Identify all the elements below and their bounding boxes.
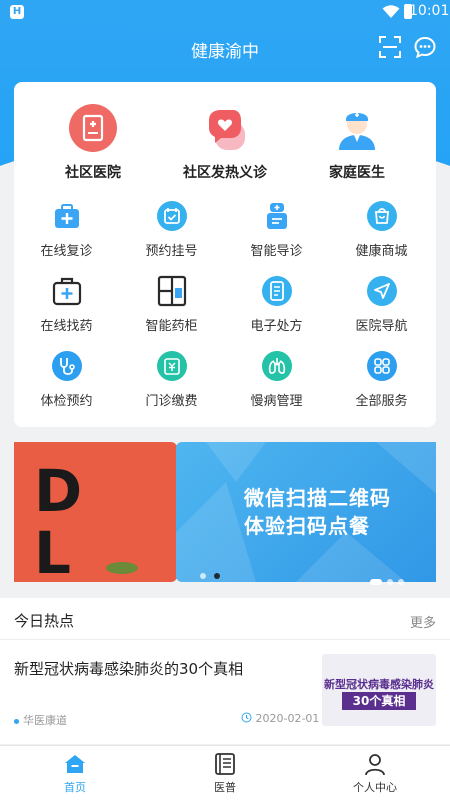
doctor-icon bbox=[339, 113, 375, 150]
navigation-icon bbox=[367, 276, 397, 306]
service-smart-cabinet[interactable]: 智能药柜 bbox=[119, 275, 224, 335]
bottom-tab-bar: 首页 医普 个人中心 bbox=[0, 745, 450, 800]
tab-science[interactable]: 医普 bbox=[150, 746, 300, 800]
service-health-mall[interactable]: 健康商城 bbox=[329, 200, 434, 260]
tab-home[interactable]: 首页 bbox=[0, 746, 150, 800]
news-more-link[interactable]: 更多 bbox=[410, 612, 436, 631]
leaf-decoration bbox=[106, 562, 138, 574]
service-smart-guide[interactable]: 智能导诊 bbox=[224, 200, 329, 260]
banner-slide-current[interactable]: 微信扫描二维码 体验扫码点餐 bbox=[176, 442, 436, 582]
app-notification-icon: H bbox=[10, 5, 24, 19]
home-icon bbox=[65, 755, 85, 773]
service-checkup-booking[interactable]: 体检预约 bbox=[14, 350, 119, 410]
heart-chat-icon bbox=[209, 110, 245, 150]
service-online-revisit[interactable]: 在线复诊 bbox=[14, 200, 119, 260]
status-bar: H 10:01 bbox=[0, 0, 450, 24]
nurse-icon bbox=[267, 203, 287, 229]
service-all-services[interactable]: 全部服务 bbox=[329, 350, 434, 410]
medicine-box-icon bbox=[52, 277, 82, 306]
tab-profile[interactable]: 个人中心 bbox=[300, 746, 450, 800]
banner-slide-prev[interactable]: D L E bbox=[14, 442, 177, 582]
banner-letters: D L E bbox=[34, 457, 85, 582]
news-header: 今日热点 更多 bbox=[0, 598, 450, 640]
prescription-icon bbox=[262, 276, 292, 306]
service-e-prescription[interactable]: 电子处方 bbox=[224, 275, 329, 335]
article-date: 2020-02-01 bbox=[241, 712, 319, 725]
news-section-title: 今日热点 bbox=[14, 612, 75, 630]
message-icon[interactable] bbox=[414, 36, 436, 58]
scan-icon[interactable] bbox=[379, 36, 401, 58]
banner-carousel[interactable]: D L E 微信扫描二维码 体验扫码点餐 bbox=[14, 442, 436, 582]
service-chronic-disease[interactable]: 慢病管理 bbox=[224, 350, 329, 410]
shopping-bag-icon bbox=[367, 201, 397, 231]
payment-icon bbox=[157, 351, 187, 381]
services-card: 社区医院 社区发热义诊 家庭医生 在线复诊 预约挂号 智能导诊 健康商城 在线找… bbox=[14, 82, 436, 427]
hospital-icon bbox=[69, 104, 117, 152]
lungs-icon bbox=[262, 351, 292, 381]
medkit-icon bbox=[55, 204, 79, 228]
hot-news-section: 今日热点 更多 新型冠状病毒感染肺炎的30个真相 华医康道 2020-02-01… bbox=[0, 598, 450, 744]
service-clinic-payment[interactable]: 门诊缴费 bbox=[119, 350, 224, 410]
banner-subheadline: 体验扫码点餐 bbox=[244, 514, 370, 538]
banner-indicator-left bbox=[200, 564, 228, 583]
service-hospital-navigation[interactable]: 医院导航 bbox=[329, 275, 434, 335]
stethoscope-icon bbox=[52, 351, 82, 381]
title-bar: 健康渝中 bbox=[0, 30, 450, 64]
article-title[interactable]: 新型冠状病毒感染肺炎的30个真相 bbox=[14, 658, 243, 679]
clock-icon bbox=[241, 712, 252, 723]
service-appointment[interactable]: 预约挂号 bbox=[119, 200, 224, 260]
book-icon bbox=[215, 753, 235, 775]
service-find-medicine[interactable]: 在线找药 bbox=[14, 275, 119, 335]
article-source: 华医康道 bbox=[14, 712, 67, 728]
source-dot-icon bbox=[14, 718, 19, 724]
banner-headline: 微信扫描二维码 bbox=[244, 486, 391, 510]
cabinet-icon bbox=[157, 275, 187, 307]
banner-indicator bbox=[370, 570, 404, 589]
wifi-icon bbox=[382, 5, 400, 18]
status-time: 10:01 bbox=[409, 3, 450, 19]
news-article[interactable]: 新型冠状病毒感染肺炎的30个真相 华医康道 2020-02-01 新型冠状病毒感… bbox=[0, 640, 450, 744]
calendar-icon bbox=[157, 201, 187, 231]
grid-icon bbox=[367, 351, 397, 381]
article-thumbnail[interactable]: 新型冠状病毒感染肺炎 30个真相 bbox=[322, 654, 436, 726]
person-icon bbox=[365, 754, 385, 776]
